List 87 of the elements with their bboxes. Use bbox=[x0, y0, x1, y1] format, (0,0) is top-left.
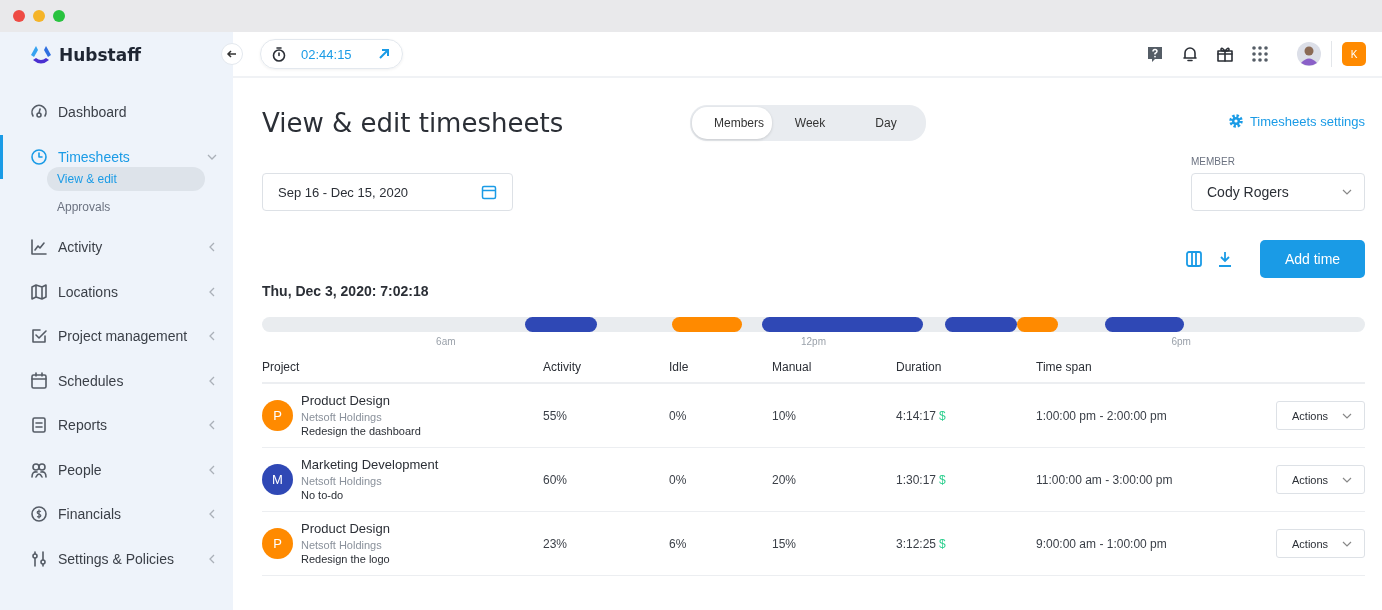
columns-icon[interactable] bbox=[1185, 250, 1203, 268]
column-header: Manual bbox=[772, 360, 813, 374]
checkbox-icon bbox=[30, 327, 48, 346]
document-icon bbox=[30, 416, 48, 435]
view-tab[interactable]: Week bbox=[772, 107, 848, 139]
sidebar-item[interactable]: Activity bbox=[0, 225, 233, 270]
sidebar-item[interactable]: People bbox=[0, 447, 233, 492]
billable-mark: $ bbox=[939, 536, 946, 551]
settings-icon bbox=[1227, 113, 1244, 129]
project-name: Product Design bbox=[301, 392, 391, 410]
member-dropdown[interactable]: Cody Rogers bbox=[1191, 173, 1365, 211]
chevron-icon bbox=[1342, 187, 1352, 197]
calendar-icon bbox=[30, 371, 48, 390]
stopwatch-icon bbox=[271, 46, 287, 62]
table-cell: 1:30:17 bbox=[896, 472, 937, 487]
sliders-icon bbox=[30, 549, 48, 568]
billable-mark: $ bbox=[939, 472, 946, 487]
billable-mark: $ bbox=[939, 408, 946, 423]
actions-button[interactable]: Actions bbox=[1276, 401, 1365, 430]
project-name: Product Design bbox=[301, 520, 390, 538]
gift-icon[interactable] bbox=[1216, 45, 1234, 63]
table-cell-text: 11:00:00 am - 3:00:00 pm bbox=[1036, 472, 1174, 487]
view-tab[interactable]: Members bbox=[692, 107, 772, 139]
close-button[interactable] bbox=[13, 10, 25, 22]
column-header: Idle bbox=[669, 360, 690, 374]
column-header: Project bbox=[262, 360, 301, 374]
brand-name: Hubstaff bbox=[59, 45, 141, 65]
time-segment[interactable] bbox=[525, 317, 597, 332]
task-name: No to-do bbox=[301, 487, 345, 503]
task-name: Redesign the dashboard bbox=[301, 423, 421, 439]
dollar-icon bbox=[30, 505, 48, 524]
sidebar-item[interactable]: Project management bbox=[0, 314, 233, 359]
time-tick-label: 6pm bbox=[1171, 336, 1191, 347]
date-range-picker[interactable]: Sep 16 - Dec 15, 2020 bbox=[262, 173, 513, 211]
table-cell-text: 10% bbox=[772, 408, 798, 423]
sidebar-item[interactable]: Reports bbox=[0, 403, 233, 448]
day-total: Thu, Dec 3, 2020: 7:02:18 bbox=[262, 283, 430, 301]
sidebar-subitem[interactable]: Approvals bbox=[47, 195, 205, 219]
client-name: Netsoft Holdings bbox=[301, 473, 383, 488]
client-name: Netsoft Holdings bbox=[301, 409, 383, 424]
project-avatar: P bbox=[262, 400, 293, 431]
time-tick-label: 12pm bbox=[801, 336, 826, 347]
table-cell-text: 0% bbox=[669, 408, 688, 423]
table-cell-text: 23% bbox=[543, 536, 569, 551]
field-label: MEMBER bbox=[1191, 156, 1236, 167]
column-header: Activity bbox=[543, 360, 582, 374]
line-chart-icon bbox=[30, 238, 48, 257]
arrow-icon bbox=[377, 48, 390, 60]
download-icon[interactable] bbox=[1216, 250, 1234, 268]
table-cell-text: 20% bbox=[772, 472, 798, 487]
apps-grid-icon[interactable] bbox=[1251, 45, 1269, 63]
table-cell-text: 9:00:00 am - 1:00:00 pm bbox=[1036, 536, 1168, 551]
people-icon bbox=[30, 460, 48, 479]
bell-icon[interactable] bbox=[1181, 45, 1199, 63]
project-name: Marketing Development bbox=[301, 456, 439, 474]
actions-button[interactable]: Actions bbox=[1276, 465, 1365, 494]
table-cell-text: 60% bbox=[543, 472, 569, 487]
avatar-icon[interactable] bbox=[1297, 42, 1321, 66]
page-title: View & edit timesheets bbox=[262, 108, 565, 138]
sidebar-item[interactable]: Settings & Policies bbox=[0, 536, 233, 581]
time-segment[interactable] bbox=[1104, 317, 1185, 332]
client-name: Netsoft Holdings bbox=[301, 537, 383, 552]
map-icon bbox=[30, 282, 48, 301]
project-avatar: M bbox=[262, 464, 293, 495]
table-cell-text: 55% bbox=[543, 408, 569, 423]
sidebar-item[interactable]: Locations bbox=[0, 269, 233, 314]
sidebar-item[interactable]: Dashboard bbox=[0, 90, 233, 135]
sidebar-item[interactable]: Financials bbox=[0, 492, 233, 537]
project-avatar: P bbox=[262, 528, 293, 559]
table-cell-text: 0% bbox=[669, 472, 688, 487]
task-name: Redesign the logo bbox=[301, 551, 390, 567]
calendar-icon bbox=[481, 184, 497, 200]
clock-icon bbox=[30, 147, 48, 166]
time-tick-label: 6am bbox=[436, 336, 456, 347]
table-cell-text: 1:00:00 pm - 2:00:00 pm bbox=[1036, 408, 1168, 423]
actions-button[interactable]: Actions bbox=[1276, 529, 1365, 558]
column-header: Time span bbox=[1036, 360, 1093, 374]
table-cell: 3:12:25 bbox=[896, 536, 937, 551]
table-cell-text: 15% bbox=[772, 536, 798, 551]
sidebar-item[interactable]: Schedules bbox=[0, 358, 233, 403]
table-cell: 4:14:17 bbox=[896, 408, 937, 423]
column-header: Duration bbox=[896, 360, 943, 374]
help-icon[interactable] bbox=[1146, 45, 1164, 63]
time-segment[interactable] bbox=[945, 317, 1017, 332]
view-tab[interactable]: Day bbox=[848, 107, 924, 139]
timer-time: 02:44:15 bbox=[301, 46, 352, 62]
table-cell-text: 6% bbox=[669, 536, 688, 551]
